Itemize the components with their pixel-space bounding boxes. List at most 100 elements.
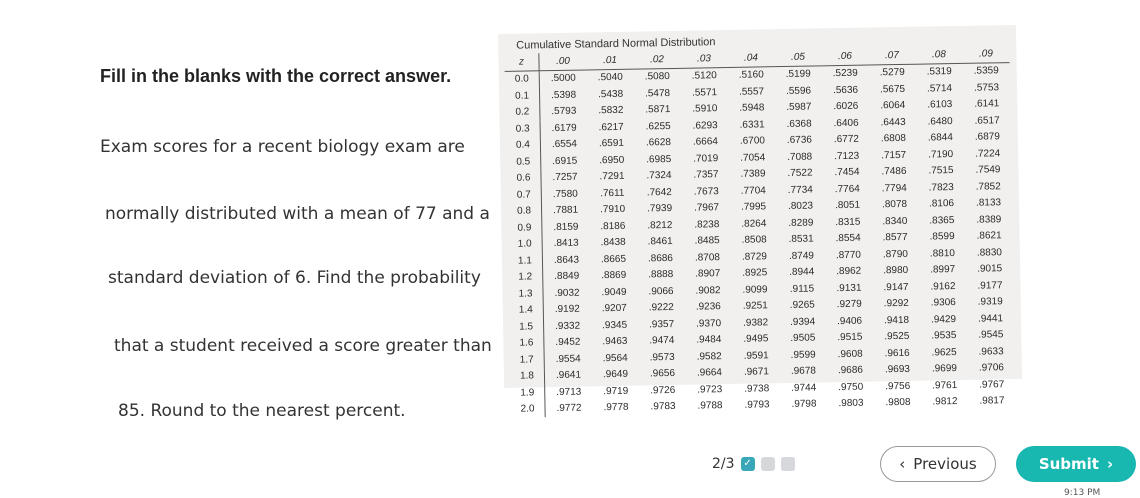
table-cell: .8849 xyxy=(554,270,580,283)
table-cell: .8577 xyxy=(882,232,908,244)
table-cell: .5714 xyxy=(926,82,953,95)
table-cell: .9750 xyxy=(838,381,864,393)
table-cell: .8962 xyxy=(836,265,862,278)
z-column-header: .00 xyxy=(538,52,587,71)
table-cell: .8078 xyxy=(881,199,908,211)
table-cell: .9767 xyxy=(979,378,1005,391)
table-cell: .6736 xyxy=(786,134,813,147)
submit-button[interactable]: Submit › xyxy=(1016,446,1136,482)
table-cell: .8264 xyxy=(741,218,767,230)
table-cell: .9066 xyxy=(648,285,674,298)
table-cell: .7515 xyxy=(928,165,954,177)
table-cell: .9319 xyxy=(977,296,1003,308)
table-cell: .6915 xyxy=(552,155,578,167)
table-cell: .8686 xyxy=(647,252,674,265)
table-cell: .8729 xyxy=(741,251,768,263)
table-cell: .6844 xyxy=(927,132,953,144)
z-value: 0.7 xyxy=(506,186,542,204)
z-value: 1.0 xyxy=(507,235,543,253)
table-cell: .8531 xyxy=(788,233,814,246)
table-cell: .9564 xyxy=(602,352,628,364)
table-cell: .9678 xyxy=(790,365,817,378)
table-cell: .6368 xyxy=(786,118,812,130)
table-cell: .8238 xyxy=(694,218,720,231)
table-cell: .6554 xyxy=(551,138,578,151)
table-cell: .8508 xyxy=(741,234,767,247)
table-cell: .7734 xyxy=(787,184,813,196)
table-cell: .7257 xyxy=(552,171,578,184)
table-cell: .9817 xyxy=(979,395,1005,407)
z-value: 0.4 xyxy=(505,136,541,154)
table-cell: .9222 xyxy=(648,302,674,314)
z-value: 0.2 xyxy=(505,103,541,121)
table-cell: .9713 xyxy=(556,386,582,398)
table-cell: .7454 xyxy=(834,166,860,179)
table-cell: .9265 xyxy=(789,299,815,312)
table-cell: .9429 xyxy=(930,313,957,326)
table-cell: .7967 xyxy=(693,202,720,214)
table-cell: .9793 xyxy=(744,399,770,412)
table-cell: .9671 xyxy=(743,366,770,379)
table-cell: .9608 xyxy=(837,348,863,360)
table-cell: .8869 xyxy=(601,270,627,282)
table-cell: .6443 xyxy=(880,116,906,129)
table-cell: .9207 xyxy=(601,303,627,315)
table-cell: .5596 xyxy=(785,85,812,97)
question-line-4: that a student received a score greater … xyxy=(114,336,492,356)
z-column-header: .01 xyxy=(586,51,634,70)
table-cell: .5987 xyxy=(786,101,812,114)
table-cell: .8907 xyxy=(695,268,721,280)
table-cell: .7794 xyxy=(881,182,907,195)
table-cell: .9798 xyxy=(791,398,817,411)
table-cell: .9495 xyxy=(743,333,769,346)
table-cell: .6064 xyxy=(880,100,906,112)
table-cell: .8023 xyxy=(787,200,814,213)
submit-button-label: Submit xyxy=(1038,455,1099,473)
table-cell: .9236 xyxy=(695,301,721,313)
table-cell: .9664 xyxy=(696,367,723,379)
table-cell: .7486 xyxy=(881,166,907,178)
status-clock: 9:13 PM xyxy=(1064,488,1101,498)
table-cell: .7324 xyxy=(646,170,672,182)
z-value: 0.5 xyxy=(506,153,541,171)
table-cell: .7157 xyxy=(881,149,907,162)
table-cell: .7019 xyxy=(693,152,719,165)
table-cell: .9177 xyxy=(977,279,1003,292)
table-cell: .9633 xyxy=(978,345,1004,358)
table-cell: .7054 xyxy=(740,152,766,164)
table-cell: .8944 xyxy=(789,266,815,279)
table-cell: .8212 xyxy=(647,219,673,232)
previous-button[interactable]: ‹ Previous xyxy=(880,446,996,482)
z-column-header: .09 xyxy=(962,45,1010,63)
table-cell: .6255 xyxy=(645,120,671,133)
table-cell: .9406 xyxy=(836,315,863,327)
question-line-1: Exam scores for a recent biology exam ar… xyxy=(100,137,465,157)
table-cell: .9545 xyxy=(978,329,1004,341)
table-cell: .7642 xyxy=(646,186,672,199)
table-cell: .5478 xyxy=(644,87,671,100)
table-cell: .8643 xyxy=(553,254,580,266)
table-cell: .7190 xyxy=(928,148,954,161)
table-cell: .9082 xyxy=(695,284,721,297)
z-column-header: z xyxy=(504,53,540,71)
table-cell: .9357 xyxy=(648,318,675,331)
question-line-3: standard deviation of 6. Find the probab… xyxy=(108,268,481,288)
table-cell: .5040 xyxy=(597,72,623,84)
table-cell: .5871 xyxy=(645,104,671,116)
table-cell: .8554 xyxy=(835,232,861,245)
table-cell: .8790 xyxy=(882,248,909,261)
page-indicator: 2/3 xyxy=(712,456,735,472)
table-cell: .8413 xyxy=(553,237,579,250)
table-cell: .9535 xyxy=(931,330,957,342)
z-value: 0.6 xyxy=(506,169,542,187)
table-cell: .6772 xyxy=(833,133,860,146)
table-cell: .5319 xyxy=(926,66,952,78)
table-cell: .8315 xyxy=(835,216,861,228)
table-cell: .7852 xyxy=(975,180,1001,193)
table-cell: .9192 xyxy=(554,303,580,316)
table-cell: .7764 xyxy=(834,183,860,195)
table-cell: .9131 xyxy=(836,282,862,294)
table-cell: .9463 xyxy=(602,336,628,348)
table-cell: .8888 xyxy=(648,269,674,281)
table-cell: .8186 xyxy=(600,220,626,232)
